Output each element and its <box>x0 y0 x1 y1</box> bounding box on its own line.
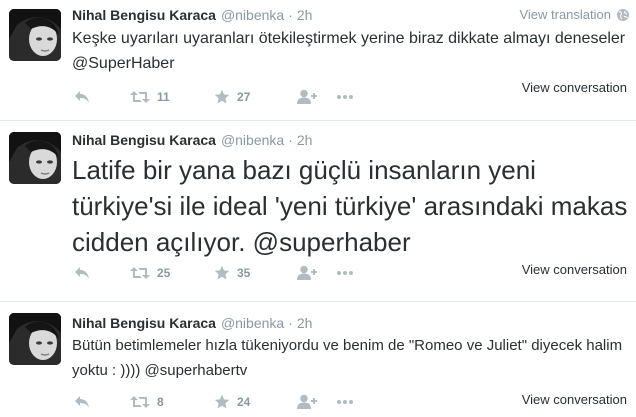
favorite-button[interactable]: 35 <box>214 265 296 281</box>
fullname[interactable]: Nihal Bengisu Karaca <box>72 315 216 331</box>
star-icon <box>214 89 230 104</box>
avatar[interactable] <box>9 9 61 61</box>
avatar[interactable] <box>9 313 61 365</box>
tweet-header: Nihal Bengisu Karaca @nibenka · 2h <box>72 314 312 332</box>
retweet-count: 8 <box>157 395 164 409</box>
more-icon <box>337 95 353 99</box>
favorite-button[interactable]: 27 <box>214 89 296 105</box>
tweet-text: Keşke uyarıları uyaranları ötekileştirme… <box>72 26 632 76</box>
retweet-button[interactable]: 8 <box>130 395 214 409</box>
more-button[interactable] <box>336 94 366 100</box>
separator: · <box>288 315 293 331</box>
avatar[interactable] <box>9 132 61 184</box>
tweet: Nihal Bengisu Karaca @nibenka · 2h View tra… <box>0 0 636 120</box>
view-translation-link[interactable]: View translation <box>519 7 630 22</box>
fullname[interactable]: Nihal Bengisu Karaca <box>72 7 216 23</box>
tweet-actions: 8 24 <box>74 392 366 412</box>
fullname[interactable]: Nihal Bengisu Karaca <box>72 132 216 148</box>
avatar-image <box>9 132 61 184</box>
separator: · <box>288 132 293 148</box>
more-icon <box>337 271 353 275</box>
mention-link[interactable]: @SuperHaber <box>72 55 175 72</box>
mention-link[interactable]: @superhaber <box>253 227 411 257</box>
mention-link[interactable]: @superhabertv <box>145 362 248 379</box>
retweet-button[interactable]: 25 <box>130 266 214 280</box>
follow-icon <box>297 394 317 409</box>
star-icon <box>214 265 230 280</box>
reply-icon <box>75 91 89 103</box>
tweet-actions: 25 35 <box>74 263 366 283</box>
view-conversation-link[interactable]: View conversation <box>522 392 627 407</box>
follow-button[interactable] <box>296 265 336 281</box>
tweet-text: Latife bir yana bazı güçlü insanların ye… <box>72 152 632 260</box>
favorite-button[interactable]: 24 <box>214 394 296 410</box>
more-icon <box>337 400 353 404</box>
tweet: Nihal Bengisu Karaca @nibenka · 2h Latife b… <box>0 120 636 301</box>
tweet-header: Nihal Bengisu Karaca @nibenka · 2h <box>72 131 312 149</box>
avatar-image <box>9 313 61 365</box>
retweet-count: 11 <box>157 90 170 104</box>
retweet-button[interactable]: 11 <box>130 90 214 104</box>
follow-button[interactable] <box>296 394 336 410</box>
reply-button[interactable] <box>74 90 130 104</box>
username[interactable]: @nibenka <box>221 315 284 331</box>
reply-button[interactable] <box>74 395 130 409</box>
view-translation-label: View translation <box>519 7 611 22</box>
more-button[interactable] <box>336 270 366 276</box>
retweet-icon <box>130 267 150 279</box>
tweet-text: Bütün betimlemeler hızla tükeniyordu ve … <box>72 333 632 383</box>
timestamp[interactable]: 2h <box>297 132 313 148</box>
retweet-icon <box>130 396 150 408</box>
timestamp[interactable]: 2h <box>297 315 313 331</box>
follow-icon <box>297 265 317 280</box>
username[interactable]: @nibenka <box>221 132 284 148</box>
retweet-count: 25 <box>157 266 171 280</box>
tweet: Nihal Bengisu Karaca @nibenka · 2h Bütün be… <box>0 301 636 417</box>
favorite-count: 35 <box>237 266 251 280</box>
reply-icon <box>75 396 89 408</box>
tweet-body: Keşke uyarıları uyaranları ötekileştirme… <box>72 30 626 47</box>
view-conversation-link[interactable]: View conversation <box>522 262 627 277</box>
follow-button[interactable] <box>296 89 336 105</box>
follow-icon <box>297 89 317 104</box>
tweet-actions: 11 27 <box>74 87 366 107</box>
separator: · <box>288 7 293 23</box>
favorite-count: 27 <box>237 90 251 104</box>
star-icon <box>214 394 230 409</box>
avatar-image <box>9 9 61 61</box>
globe-icon <box>617 8 629 21</box>
reply-button[interactable] <box>74 266 130 280</box>
reply-icon <box>75 267 89 279</box>
favorite-count: 24 <box>237 395 251 409</box>
timestamp[interactable]: 2h <box>297 7 313 23</box>
retweet-icon <box>130 91 150 103</box>
tweet-header: Nihal Bengisu Karaca @nibenka · 2h <box>72 6 312 24</box>
username[interactable]: @nibenka <box>221 7 284 23</box>
more-button[interactable] <box>336 399 366 405</box>
view-conversation-link[interactable]: View conversation <box>522 80 627 95</box>
